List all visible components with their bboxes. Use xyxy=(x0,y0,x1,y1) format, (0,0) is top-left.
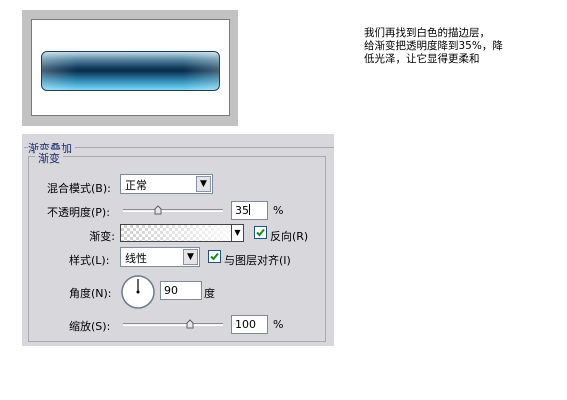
checkmark-icon xyxy=(256,228,265,237)
preview-canvas xyxy=(31,19,230,116)
blend-mode-value: 正常 xyxy=(125,179,147,192)
glossy-bar-preview xyxy=(41,51,220,91)
scale-slider-track[interactable] xyxy=(123,323,223,326)
note-line: 给渐变把透明度降到35%，降 xyxy=(364,40,503,52)
chevron-down-icon[interactable]: ▼ xyxy=(196,176,211,192)
reverse-checkbox[interactable] xyxy=(254,226,267,239)
angle-value: 90 xyxy=(164,284,178,297)
section-title: 渐变 xyxy=(35,150,63,166)
opacity-slider-track[interactable] xyxy=(123,209,223,212)
angle-input[interactable]: 90 xyxy=(160,281,202,300)
gradient-label: 渐变: xyxy=(89,230,115,243)
scale-slider-thumb[interactable] xyxy=(186,319,194,329)
preview-frame xyxy=(22,10,238,126)
angle-label: 角度(N): xyxy=(69,287,112,300)
opacity-input[interactable]: 35 xyxy=(231,201,268,220)
chevron-down-icon[interactable]: ▼ xyxy=(183,249,198,265)
align-with-layer-checkbox[interactable] xyxy=(208,250,221,263)
angle-unit: 度 xyxy=(204,287,215,300)
opacity-value: 35 xyxy=(235,204,249,217)
blend-mode-label: 混合模式(B): xyxy=(47,182,111,195)
checkmark-icon xyxy=(210,252,219,261)
style-value: 线性 xyxy=(125,252,147,265)
note-line: 低光泽，让它显得更柔和 xyxy=(364,53,480,65)
chevron-down-icon[interactable]: ▼ xyxy=(231,225,243,241)
note-line: 我们再找到白色的描边层， xyxy=(364,27,490,39)
reverse-label[interactable]: 反向(R) xyxy=(270,228,308,244)
opacity-label: 不透明度(P): xyxy=(47,206,110,219)
style-select[interactable]: 线性 ▼ xyxy=(120,247,200,267)
instruction-note: 我们再找到白色的描边层， 给渐变把透明度降到35%，降 低光泽，让它显得更柔和 xyxy=(364,27,554,66)
blend-mode-select[interactable]: 正常 ▼ xyxy=(120,174,213,194)
gradient-preview xyxy=(121,225,243,241)
align-with-layer-label[interactable]: 与图层对齐(I) xyxy=(224,252,291,268)
text-caret xyxy=(249,204,250,215)
gradient-overlay-panel: 渐变叠加 渐变 混合模式(B): 正常 ▼ 不透明度(P): 35 % 渐变: … xyxy=(22,134,334,346)
scale-value: 100 xyxy=(235,318,256,331)
opacity-unit: % xyxy=(273,204,284,217)
scale-label: 缩放(S): xyxy=(69,320,111,333)
gradient-picker[interactable]: ▼ xyxy=(120,224,244,242)
scale-unit: % xyxy=(273,318,284,331)
angle-dial[interactable] xyxy=(120,274,156,310)
style-label: 样式(L): xyxy=(69,254,110,267)
opacity-slider-thumb[interactable] xyxy=(154,205,162,215)
scale-input[interactable]: 100 xyxy=(231,315,268,334)
